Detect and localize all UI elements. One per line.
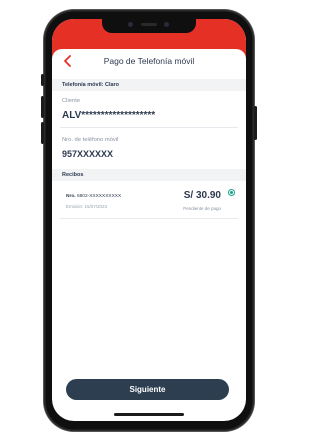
home-indicator: [114, 413, 184, 416]
phone-number-value: 957XXXXXX: [62, 149, 114, 159]
receipt-emission-date: Emisión: 15/07/2023: [66, 204, 108, 209]
divider: [60, 127, 238, 128]
sensor-icon: [164, 22, 169, 27]
operator-label: Telefonía móvil: Claro: [62, 81, 120, 88]
receipt-status: Pendiente de pago: [183, 206, 221, 211]
receipt-radio[interactable]: [228, 189, 235, 196]
front-camera-icon: [128, 22, 133, 27]
divider: [60, 218, 238, 219]
receipt-number-prefix: Nro.: [66, 194, 77, 199]
title-bar: Pago de Telefonía móvil: [52, 49, 246, 73]
phone-screen: Pago de Telefonía móvil Telefonía móvil:…: [52, 19, 246, 421]
next-button[interactable]: Siguiente: [66, 379, 229, 400]
volume-down-button: [41, 122, 44, 144]
power-button: [254, 106, 257, 140]
volume-up-button: [41, 96, 44, 118]
receipt-number: Nro. 5802-XXXXXXXXXX: [66, 194, 121, 199]
receipt-number-value: 5802-XXXXXXXXXX: [76, 194, 122, 199]
client-value: ALV*******************: [62, 110, 156, 121]
receipts-section: Recibos: [52, 169, 246, 181]
mute-switch: [41, 74, 44, 86]
speaker-grille: [141, 23, 157, 26]
client-label: Cliente: [62, 98, 81, 104]
camera-notch: [102, 19, 196, 33]
receipt-amount: S/ 30.90: [183, 190, 221, 201]
phone-number-label: Nro. de teléfono móvil: [62, 137, 119, 143]
receipts-label: Recibos: [62, 171, 84, 178]
page-title: Pago de Telefonía móvil: [103, 56, 195, 66]
operator-section: Telefonía móvil: Claro: [52, 79, 246, 91]
